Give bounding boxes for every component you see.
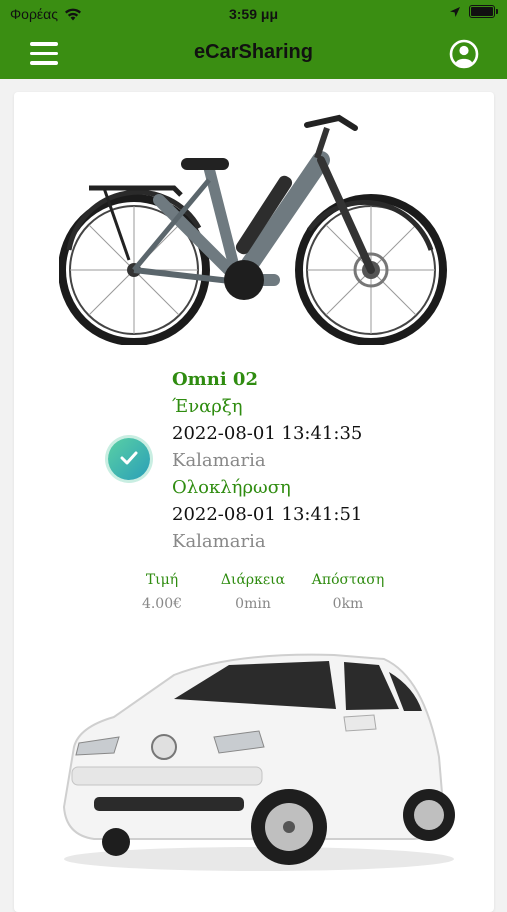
status-indicators: [449, 5, 498, 18]
stat-value: 4.00€: [141, 596, 183, 612]
bike-image: [59, 114, 447, 345]
stat-label: Διάρκεια: [220, 572, 286, 588]
user-circle-icon: [449, 39, 479, 69]
stat-label: Τιμή: [145, 572, 179, 588]
battery-icon: [469, 5, 498, 18]
car-image: [62, 653, 455, 871]
end-location: Kalamaria: [172, 531, 266, 552]
stat-distance: Απόσταση 0km: [305, 572, 391, 612]
stat-price: Τιμή 4.00€: [127, 572, 197, 612]
app-title: eCarSharing: [194, 41, 313, 63]
start-label: Έναρξη: [172, 396, 243, 417]
trip-card[interactable]: Omni 02 Έναρξη 2022-08-01 13:41:35 Kalam…: [14, 92, 494, 912]
profile-button[interactable]: [449, 39, 479, 69]
location-arrow-icon: [450, 6, 460, 17]
vehicle-name: Omni 02: [172, 369, 258, 390]
nav-bar: eCarSharing: [0, 30, 507, 79]
stat-label: Απόσταση: [311, 572, 385, 588]
stat-value: 0min: [235, 596, 271, 612]
trip-info: Omni 02 Έναρξη 2022-08-01 13:41:35 Kalam…: [172, 366, 362, 555]
start-datetime: 2022-08-01 13:41:35: [172, 423, 363, 444]
end-label: Ολοκλήρωση: [172, 477, 291, 498]
end-datetime: 2022-08-01 13:41:51: [172, 504, 363, 525]
check-circle-icon: [108, 438, 150, 480]
stat-duration: Διάρκεια 0min: [213, 572, 293, 612]
start-location: Kalamaria: [172, 450, 266, 471]
stat-value: 0km: [332, 596, 364, 612]
clock: 3:59 μμ: [228, 6, 279, 22]
status-bar: Φορέας 3:59 μμ: [0, 0, 507, 30]
